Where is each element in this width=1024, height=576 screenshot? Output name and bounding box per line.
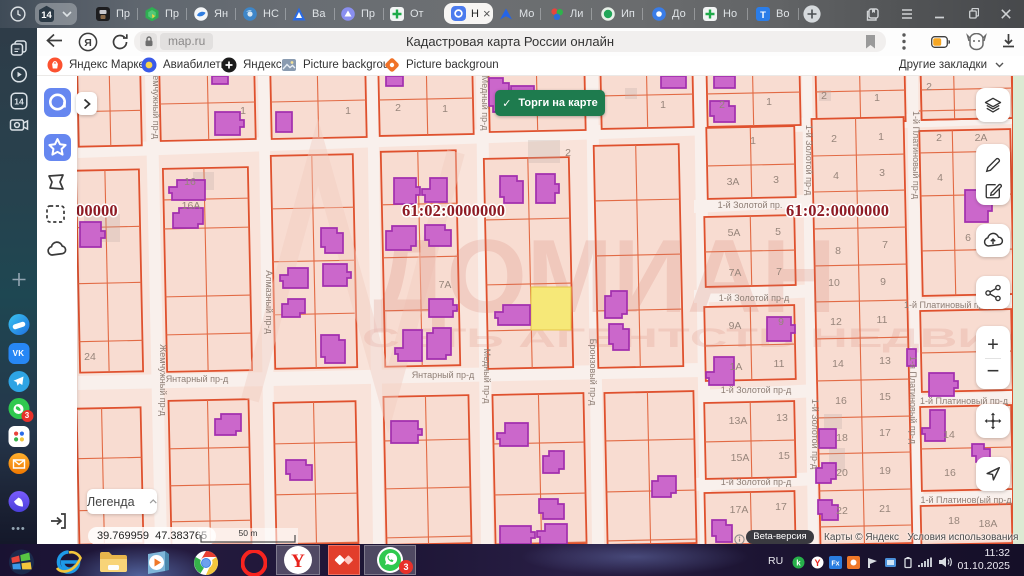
- svg-text:6: 6: [965, 232, 971, 244]
- svg-text:19: 19: [879, 465, 891, 477]
- svg-text:9: 9: [880, 276, 886, 288]
- svg-text:61:02:0000000: 61:02:0000000: [402, 201, 505, 220]
- svg-text:1-я Платиновый пр-д: 1-я Платиновый пр-д: [908, 356, 918, 445]
- svg-text:3: 3: [879, 167, 885, 179]
- svg-text:1: 1: [878, 131, 884, 143]
- svg-text:13: 13: [879, 355, 891, 367]
- svg-text:9А: 9А: [729, 320, 742, 332]
- svg-text:1: 1: [874, 92, 880, 104]
- svg-text:21: 21: [879, 503, 891, 515]
- svg-text:k: k: [796, 559, 801, 568]
- svg-text:15: 15: [778, 450, 790, 462]
- svg-text:1-й Золотой пр-д: 1-й Золотой пр-д: [810, 399, 820, 470]
- svg-text:2: 2: [831, 133, 837, 145]
- svg-text:7: 7: [776, 266, 782, 278]
- svg-text:2: 2: [395, 102, 401, 114]
- svg-text:14: 14: [943, 429, 955, 441]
- svg-text:Янтарный пр-д: Янтарный пр-д: [166, 374, 229, 384]
- svg-text:7А: 7А: [729, 267, 742, 279]
- svg-text:Янтарный пр-д: Янтарный пр-д: [412, 370, 475, 380]
- svg-text:1: 1: [442, 103, 448, 115]
- svg-text:17А: 17А: [730, 504, 749, 516]
- svg-text:11: 11: [774, 358, 785, 370]
- svg-text:15: 15: [879, 391, 891, 403]
- svg-text:14: 14: [14, 97, 24, 107]
- svg-text:22: 22: [836, 505, 848, 517]
- svg-text:2: 2: [936, 132, 942, 144]
- svg-text:1-й Золотой пр-д: 1-й Золотой пр-д: [804, 125, 814, 196]
- svg-text:9: 9: [778, 316, 784, 328]
- svg-text:24: 24: [84, 351, 96, 363]
- svg-text:1А: 1А: [730, 361, 743, 373]
- svg-text:Бронзовый пр-д: Бронзовый пр-д: [588, 339, 598, 407]
- svg-text:00000: 00000: [76, 201, 118, 220]
- svg-text:3: 3: [773, 174, 779, 186]
- svg-text:14: 14: [41, 10, 52, 21]
- svg-text:1: 1: [240, 105, 246, 117]
- svg-text:Медный пр-д: Медный пр-д: [482, 349, 492, 405]
- svg-text:12: 12: [830, 316, 842, 328]
- svg-text:1-й Платинов(ый пр-д: 1-й Платинов(ый пр-д: [920, 495, 1012, 505]
- svg-text:T: T: [760, 10, 766, 21]
- svg-text:Медный пр-д: Медный пр-д: [480, 76, 490, 131]
- svg-text:20: 20: [836, 467, 848, 479]
- svg-text:4: 4: [937, 172, 943, 184]
- svg-text:2А: 2А: [975, 132, 988, 144]
- svg-text:2: 2: [565, 147, 571, 159]
- svg-text:13: 13: [776, 412, 788, 424]
- svg-text:Алмазный пр-д: Алмазный пр-д: [264, 270, 274, 334]
- svg-text:7: 7: [882, 239, 888, 251]
- svg-text:Y: Y: [814, 558, 820, 568]
- svg-text:10: 10: [828, 277, 840, 289]
- svg-text:16: 16: [835, 395, 847, 407]
- svg-text:17: 17: [879, 427, 891, 439]
- svg-text:2: 2: [821, 90, 827, 102]
- svg-text:15А: 15А: [731, 452, 750, 464]
- svg-text:11: 11: [877, 314, 888, 326]
- svg-text:2: 2: [719, 99, 725, 111]
- svg-text:1: 1: [750, 135, 756, 147]
- svg-text:7А: 7А: [439, 279, 452, 291]
- svg-text:1-й Золотой пр-д: 1-й Золотой пр-д: [721, 477, 792, 487]
- svg-text:Y: Y: [291, 551, 305, 572]
- svg-text:СЕТЬ АГЕНТСТВ НЕДВИЖ: СЕТЬ АГЕНТСТВ НЕДВИЖ: [362, 323, 1024, 353]
- svg-text:18А: 18А: [979, 518, 998, 530]
- svg-text:17: 17: [775, 501, 787, 513]
- svg-text:16А: 16А: [182, 200, 201, 212]
- svg-text:2: 2: [926, 81, 932, 93]
- svg-text:1-й Золотой пр-д: 1-й Золотой пр-д: [719, 293, 790, 303]
- svg-text:14: 14: [832, 358, 844, 370]
- svg-text:16: 16: [184, 176, 196, 188]
- svg-text:Я: Я: [84, 37, 92, 49]
- svg-text:Жемчужный пр-д: Жемчужный пр-д: [151, 76, 161, 140]
- svg-text:16: 16: [944, 467, 956, 479]
- svg-text:Fx: Fx: [831, 561, 839, 568]
- svg-text:13А: 13А: [729, 415, 748, 427]
- svg-text:1-й Платиновый пр-д: 1-й Платиновый пр-д: [911, 111, 921, 200]
- svg-text:5: 5: [775, 226, 781, 238]
- svg-text:18: 18: [948, 515, 960, 527]
- svg-text:8: 8: [835, 245, 841, 257]
- svg-text:5А: 5А: [728, 227, 741, 239]
- svg-text:1: 1: [345, 105, 351, 117]
- svg-text:1: 1: [766, 96, 772, 108]
- svg-text:1-й Золотой пр.: 1-й Золотой пр.: [718, 200, 783, 210]
- svg-text:61:02:0000000: 61:02:0000000: [786, 201, 889, 220]
- svg-text:3А: 3А: [727, 176, 740, 188]
- svg-text:4: 4: [833, 170, 839, 182]
- svg-text:1: 1: [660, 99, 666, 111]
- svg-text:1-й Золотой пр-д: 1-й Золотой пр-д: [721, 385, 792, 395]
- svg-text:18: 18: [836, 432, 848, 444]
